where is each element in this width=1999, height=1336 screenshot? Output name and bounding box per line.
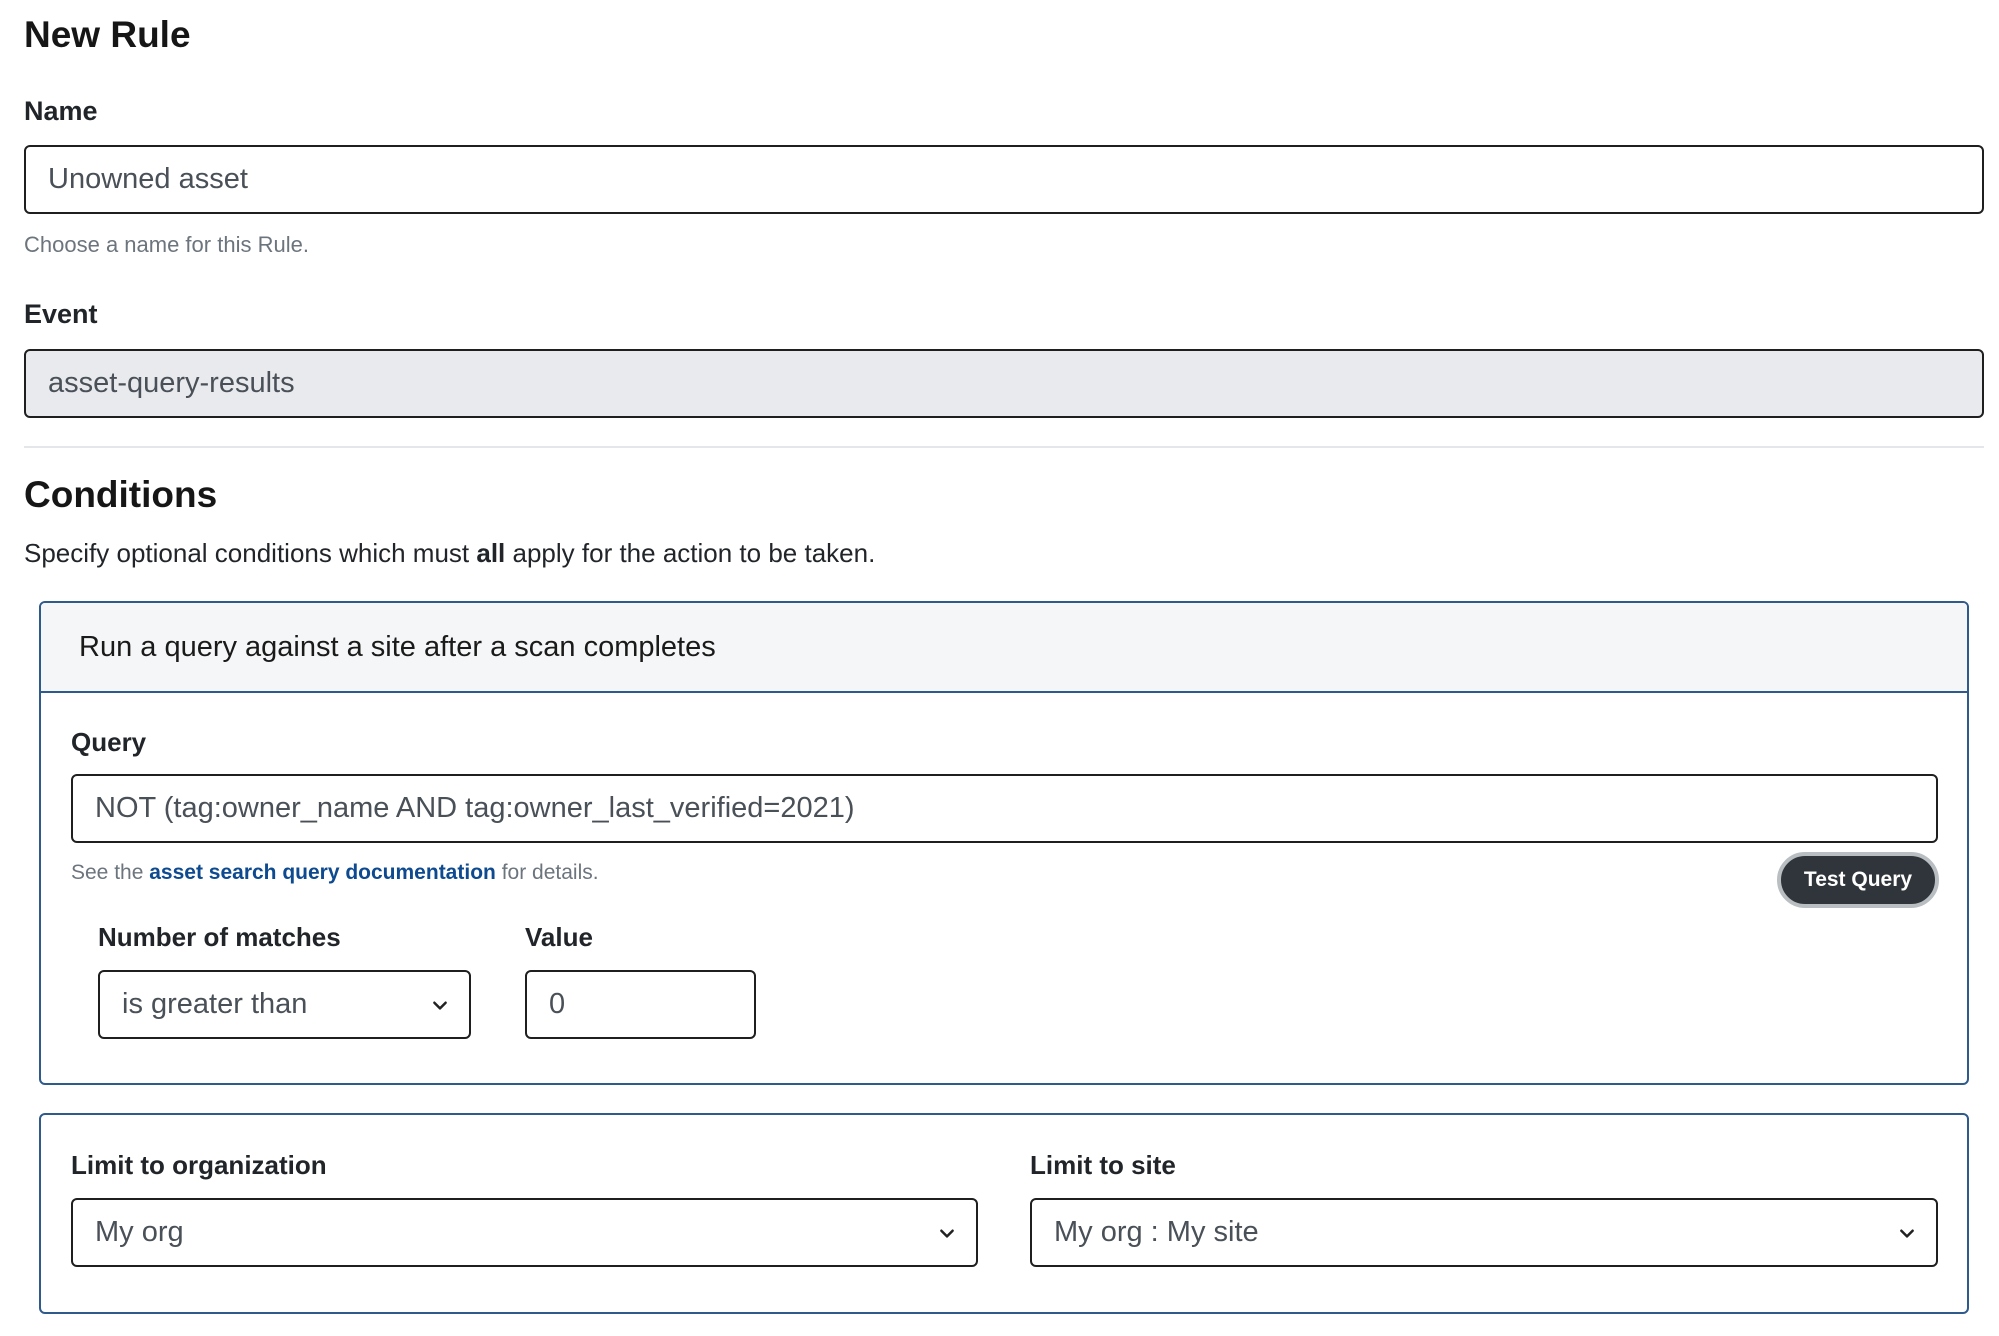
conditions-description-suffix: apply for the action to be taken. bbox=[505, 538, 876, 568]
conditions-description: Specify optional conditions which must a… bbox=[24, 538, 875, 569]
matches-select[interactable]: is greater than bbox=[98, 970, 471, 1039]
chevron-down-icon bbox=[433, 1001, 447, 1010]
conditions-description-prefix: Specify optional conditions which must bbox=[24, 538, 477, 568]
query-hint-prefix: See the bbox=[71, 861, 150, 884]
query-label: Query bbox=[71, 727, 147, 757]
query-input-value: NOT (tag:owner_name AND tag:owner_last_v… bbox=[95, 792, 855, 824]
new-rule-page: New Rule Name Unowned asset Choose a nam… bbox=[0, 0, 1999, 1336]
name-label: Name bbox=[24, 96, 98, 126]
conditions-title: Conditions bbox=[24, 474, 218, 515]
name-input[interactable]: Unowned asset bbox=[24, 145, 1984, 214]
site-label: Limit to site bbox=[1030, 1150, 1176, 1180]
event-input-value: asset-query-results bbox=[48, 367, 295, 399]
matches-select-value: is greater than bbox=[122, 988, 308, 1020]
value-label: Value bbox=[525, 922, 593, 952]
value-input[interactable]: 0 bbox=[525, 970, 756, 1039]
conditions-description-bold: all bbox=[476, 538, 506, 568]
site-select-value: My org : My site bbox=[1054, 1216, 1259, 1248]
query-card-header: Run a query against a site after a scan … bbox=[41, 603, 1967, 693]
page-title: New Rule bbox=[24, 14, 191, 55]
chevron-down-icon bbox=[940, 1229, 954, 1238]
query-hint-suffix: for details. bbox=[495, 861, 599, 884]
query-docs-link[interactable]: asset search query documentation bbox=[149, 861, 496, 884]
org-select[interactable]: My org bbox=[71, 1198, 978, 1267]
query-hint: See the asset search query documentation… bbox=[71, 861, 599, 885]
org-label: Limit to organization bbox=[71, 1150, 327, 1180]
name-hint: Choose a name for this Rule. bbox=[24, 232, 309, 257]
query-input[interactable]: NOT (tag:owner_name AND tag:owner_last_v… bbox=[71, 774, 1938, 843]
site-select[interactable]: My org : My site bbox=[1030, 1198, 1938, 1267]
event-label: Event bbox=[24, 299, 98, 329]
matches-label: Number of matches bbox=[98, 922, 341, 952]
event-input: asset-query-results bbox=[24, 349, 1984, 418]
chevron-down-icon bbox=[1900, 1229, 1914, 1238]
section-divider bbox=[24, 446, 1984, 448]
test-query-button[interactable]: Test Query bbox=[1777, 852, 1939, 908]
value-input-value: 0 bbox=[549, 988, 566, 1020]
name-input-value: Unowned asset bbox=[48, 163, 248, 195]
org-select-value: My org bbox=[95, 1216, 184, 1248]
